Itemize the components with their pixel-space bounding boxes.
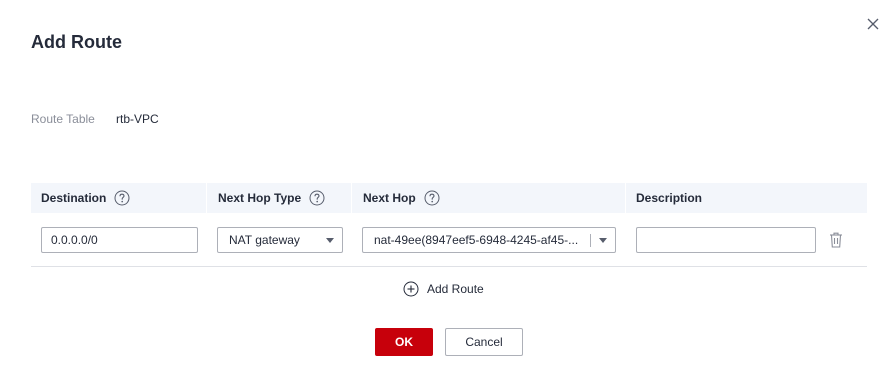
select-divider bbox=[590, 234, 591, 247]
add-route-label: Add Route bbox=[427, 282, 484, 296]
cancel-button[interactable]: Cancel bbox=[445, 328, 523, 356]
next-hop-type-select[interactable]: NAT gateway bbox=[217, 227, 343, 253]
add-route-dialog: Add Route Route Table rtb-VPC Destinatio… bbox=[0, 0, 890, 372]
destination-input[interactable] bbox=[41, 227, 198, 253]
column-label: Destination bbox=[41, 191, 107, 205]
help-circle-icon[interactable] bbox=[424, 190, 440, 206]
column-label: Next Hop bbox=[363, 191, 416, 205]
column-header-description: Description bbox=[636, 183, 702, 213]
column-header-destination: Destination bbox=[41, 183, 130, 213]
ok-button[interactable]: OK bbox=[375, 328, 433, 356]
column-divider bbox=[625, 183, 626, 213]
next-hop-select[interactable]: nat-49ee(8947eef5-6948-4245-af45-... bbox=[362, 227, 616, 253]
column-divider bbox=[351, 183, 352, 213]
column-divider bbox=[206, 183, 207, 213]
description-input[interactable] bbox=[636, 227, 816, 253]
next-hop-value: nat-49ee(8947eef5-6948-4245-af45-... bbox=[374, 233, 579, 247]
column-header-next-hop: Next Hop bbox=[363, 183, 440, 213]
next-hop-type-value: NAT gateway bbox=[229, 233, 300, 247]
route-table-value: rtb-VPC bbox=[116, 112, 159, 126]
trash-icon[interactable] bbox=[829, 232, 843, 248]
row-divider bbox=[31, 266, 867, 267]
column-label: Description bbox=[636, 191, 703, 205]
help-circle-icon[interactable] bbox=[309, 190, 325, 206]
close-icon[interactable] bbox=[862, 13, 884, 35]
add-route-button[interactable]: Add Route bbox=[403, 280, 484, 298]
route-table-label: Route Table bbox=[31, 112, 95, 126]
dialog-title: Add Route bbox=[31, 32, 122, 52]
column-label: Next Hop Type bbox=[218, 191, 302, 205]
plus-circle-icon bbox=[403, 281, 419, 297]
chevron-down-icon bbox=[326, 238, 334, 243]
chevron-down-icon bbox=[599, 238, 607, 243]
help-circle-icon[interactable] bbox=[114, 190, 130, 206]
table-header: Destination Next Hop Type Next Hop Descr… bbox=[31, 183, 867, 213]
column-header-next-hop-type: Next Hop Type bbox=[218, 183, 325, 213]
